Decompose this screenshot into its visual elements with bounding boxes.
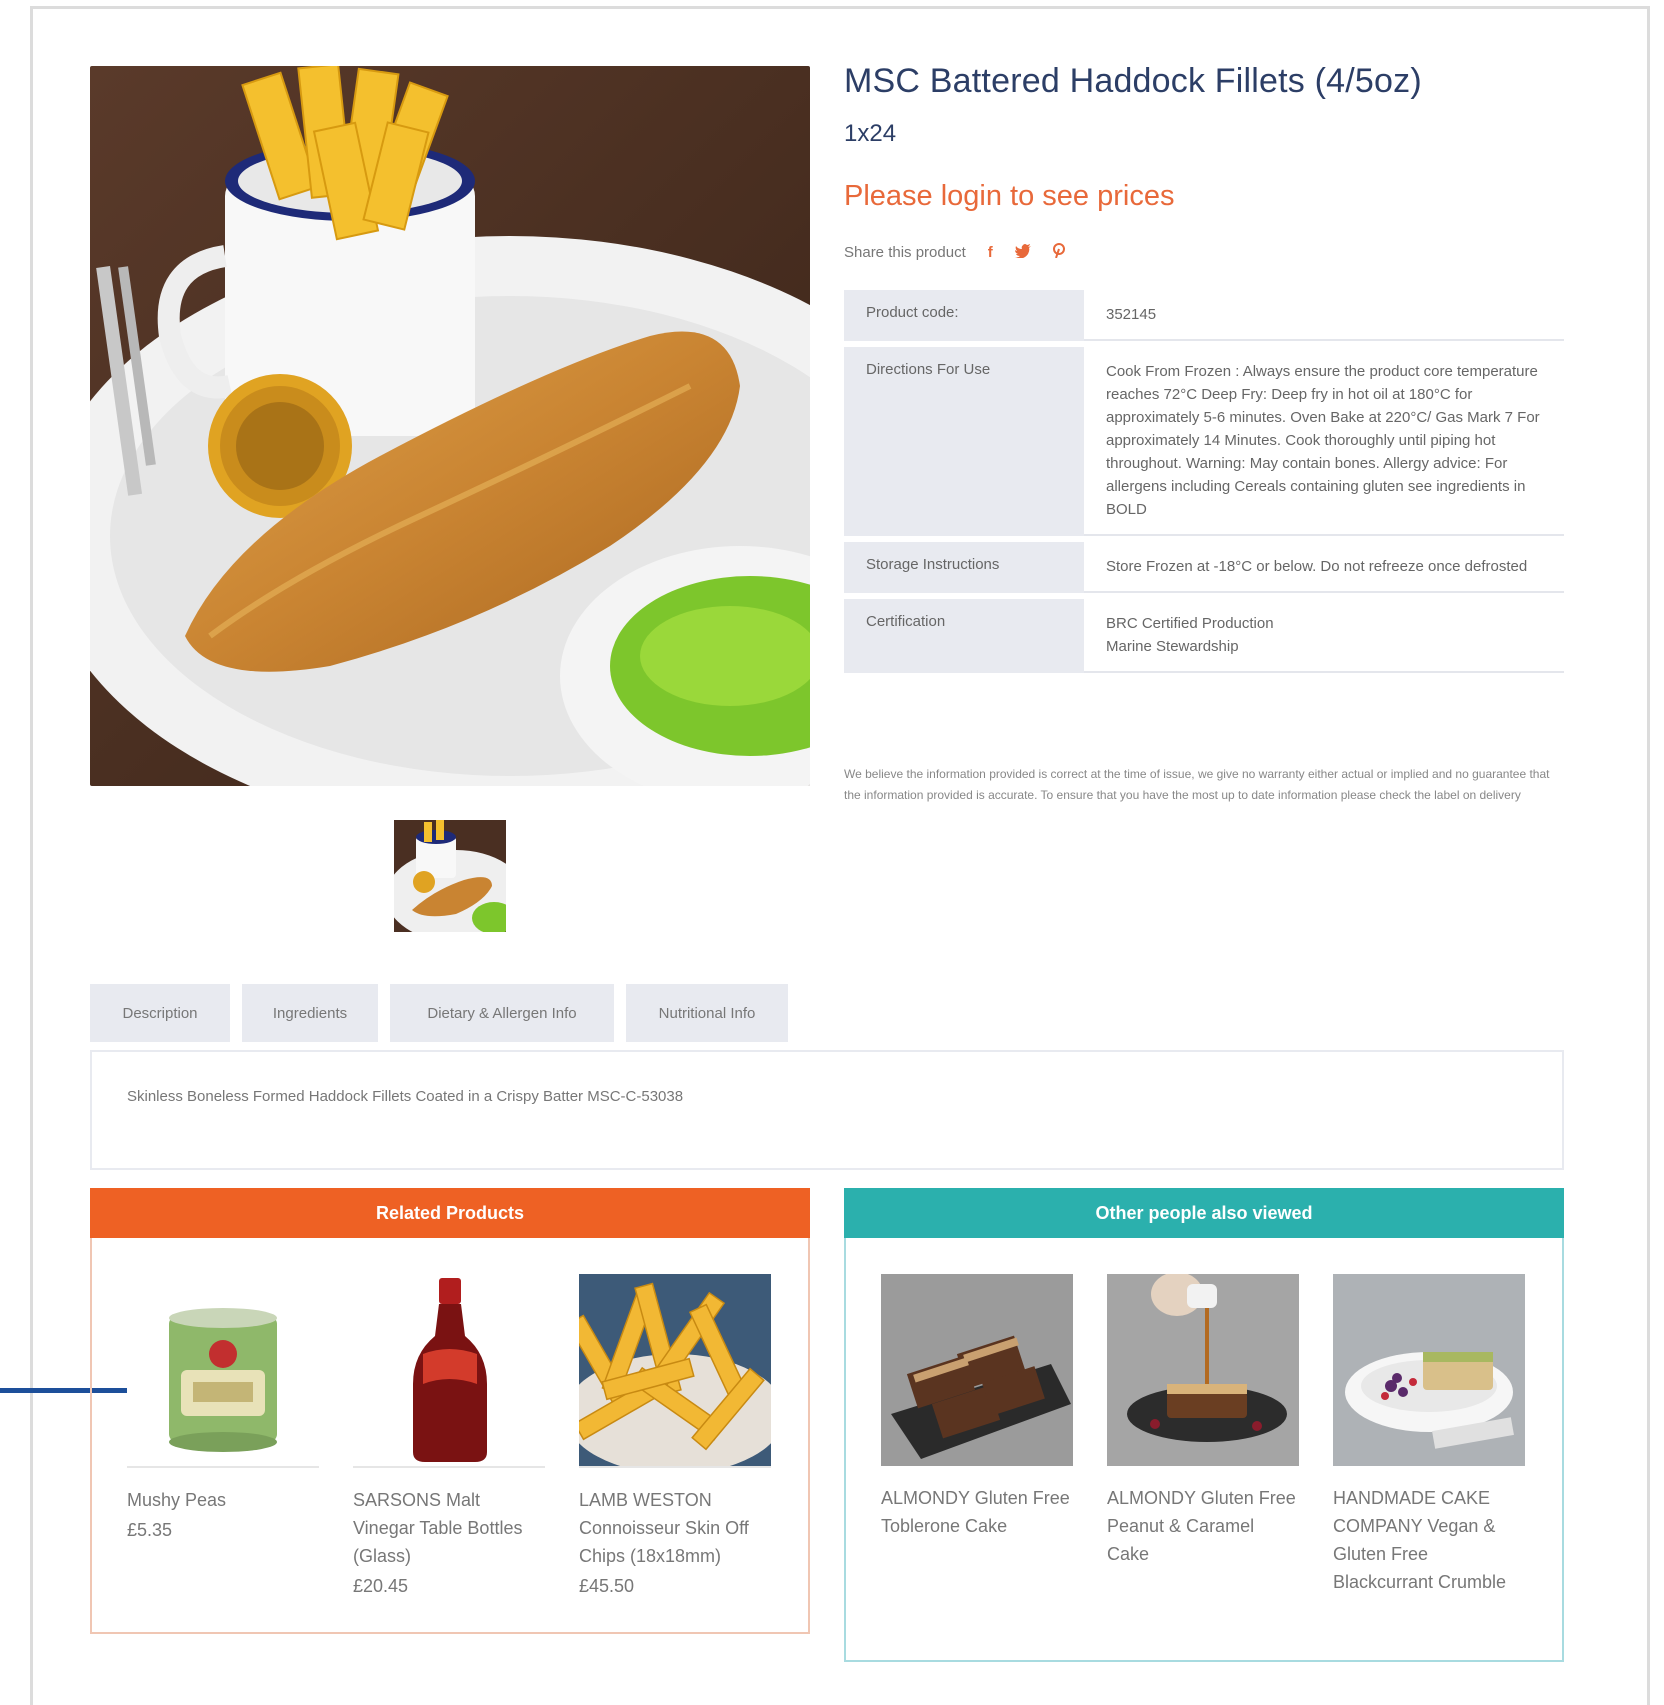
product-card-image[interactable] [353,1274,545,1468]
spec-row: Directions For Use Cook From Frozen : Alw… [844,347,1564,536]
product-card[interactable]: Mushy Peas £5.35 [127,1274,319,1597]
product-card-price: £5.35 [127,1520,173,1540]
description-text: Skinless Boneless Formed Haddock Fillets… [127,1088,684,1105]
product-card-image[interactable] [1333,1274,1525,1466]
spec-row: Product code: 352145 [844,290,1564,341]
product-thumbnail[interactable] [394,820,506,932]
product-card[interactable]: LAMB WESTON Connoisseur Skin Off Chips (… [579,1274,771,1597]
spec-row: Certification BRC Certified Production Ma… [844,599,1564,673]
product-card-name[interactable]: HANDMADE CAKE COMPANY Vegan & Gluten Fre… [1333,1484,1525,1596]
twitter-icon[interactable] [1014,243,1031,262]
spec-label: Storage Instructions [844,542,1084,593]
facebook-icon[interactable]: f [988,244,993,261]
tab-panel-description: Skinless Boneless Formed Haddock Fillets… [90,1050,1564,1170]
product-card-name[interactable]: ALMONDY Gluten Free Toblerone Cake [881,1484,1073,1540]
spec-label: Directions For Use [844,347,1084,536]
disclaimer-text: We believe the information provided is c… [844,767,1550,802]
product-card-image[interactable] [579,1274,771,1468]
spec-label: Product code: [844,290,1084,341]
product-main-image[interactable] [90,66,810,786]
product-card-name[interactable]: SARSONS Malt Vinegar Table Bottles (Glas… [353,1486,545,1570]
product-card-image[interactable] [881,1274,1073,1466]
tab-description[interactable]: Description [90,984,230,1042]
product-card-price: £20.45 [353,1576,409,1596]
product-card-image[interactable] [127,1274,319,1468]
share-bar: Share this product f [844,243,1065,262]
share-label: Share this product [844,244,966,261]
spec-value: 352145 [1084,290,1564,341]
pack-size: 1x24 [844,120,897,147]
related-products-box: Related Products Mushy Peas £5.35 SARSON… [90,1188,810,1634]
product-card-image[interactable] [1107,1274,1299,1466]
also-viewed-box: Other people also viewed ALMONDY Gluten … [844,1188,1564,1662]
related-products-heading: Related Products [90,1188,810,1238]
product-spec-table: Product code: 352145 Directions For Use Coo… [844,290,1564,679]
product-title: MSC Battered Haddock Fillets (4/5oz) [844,62,1422,100]
also-viewed-heading: Other people also viewed [844,1188,1564,1238]
product-card[interactable]: HANDMADE CAKE COMPANY Vegan & Gluten Fre… [1333,1274,1525,1596]
product-card[interactable]: SARSONS Malt Vinegar Table Bottles (Glas… [353,1274,545,1597]
product-card[interactable]: ALMONDY Gluten Free Toblerone Cake [881,1274,1073,1596]
spec-label: Certification [844,599,1084,673]
tab-ingredients[interactable]: Ingredients [242,984,378,1042]
spec-row: Storage Instructions Store Frozen at -18°… [844,542,1564,593]
product-card-price: £45.50 [579,1576,635,1596]
product-card-name[interactable]: ALMONDY Gluten Free Peanut & Caramel Cak… [1107,1484,1299,1568]
product-card-name[interactable]: LAMB WESTON Connoisseur Skin Off Chips (… [579,1486,771,1570]
product-card[interactable]: ALMONDY Gluten Free Peanut & Caramel Cak… [1107,1274,1299,1596]
login-to-see-prices-link[interactable]: Please login to see prices [844,180,1174,213]
tab-dietary-allergen[interactable]: Dietary & Allergen Info [390,984,614,1042]
spec-value: Cook From Frozen : Always ensure the pro… [1084,347,1564,536]
pinterest-icon[interactable] [1052,243,1065,262]
tab-nutritional[interactable]: Nutritional Info [626,984,788,1042]
product-card-name[interactable]: Mushy Peas [127,1486,319,1514]
spec-value: Store Frozen at -18°C or below. Do not r… [1084,542,1564,593]
product-tabs: Description Ingredients Dietary & Allerg… [90,984,788,1042]
spec-value: BRC Certified Production Marine Stewards… [1084,599,1564,673]
